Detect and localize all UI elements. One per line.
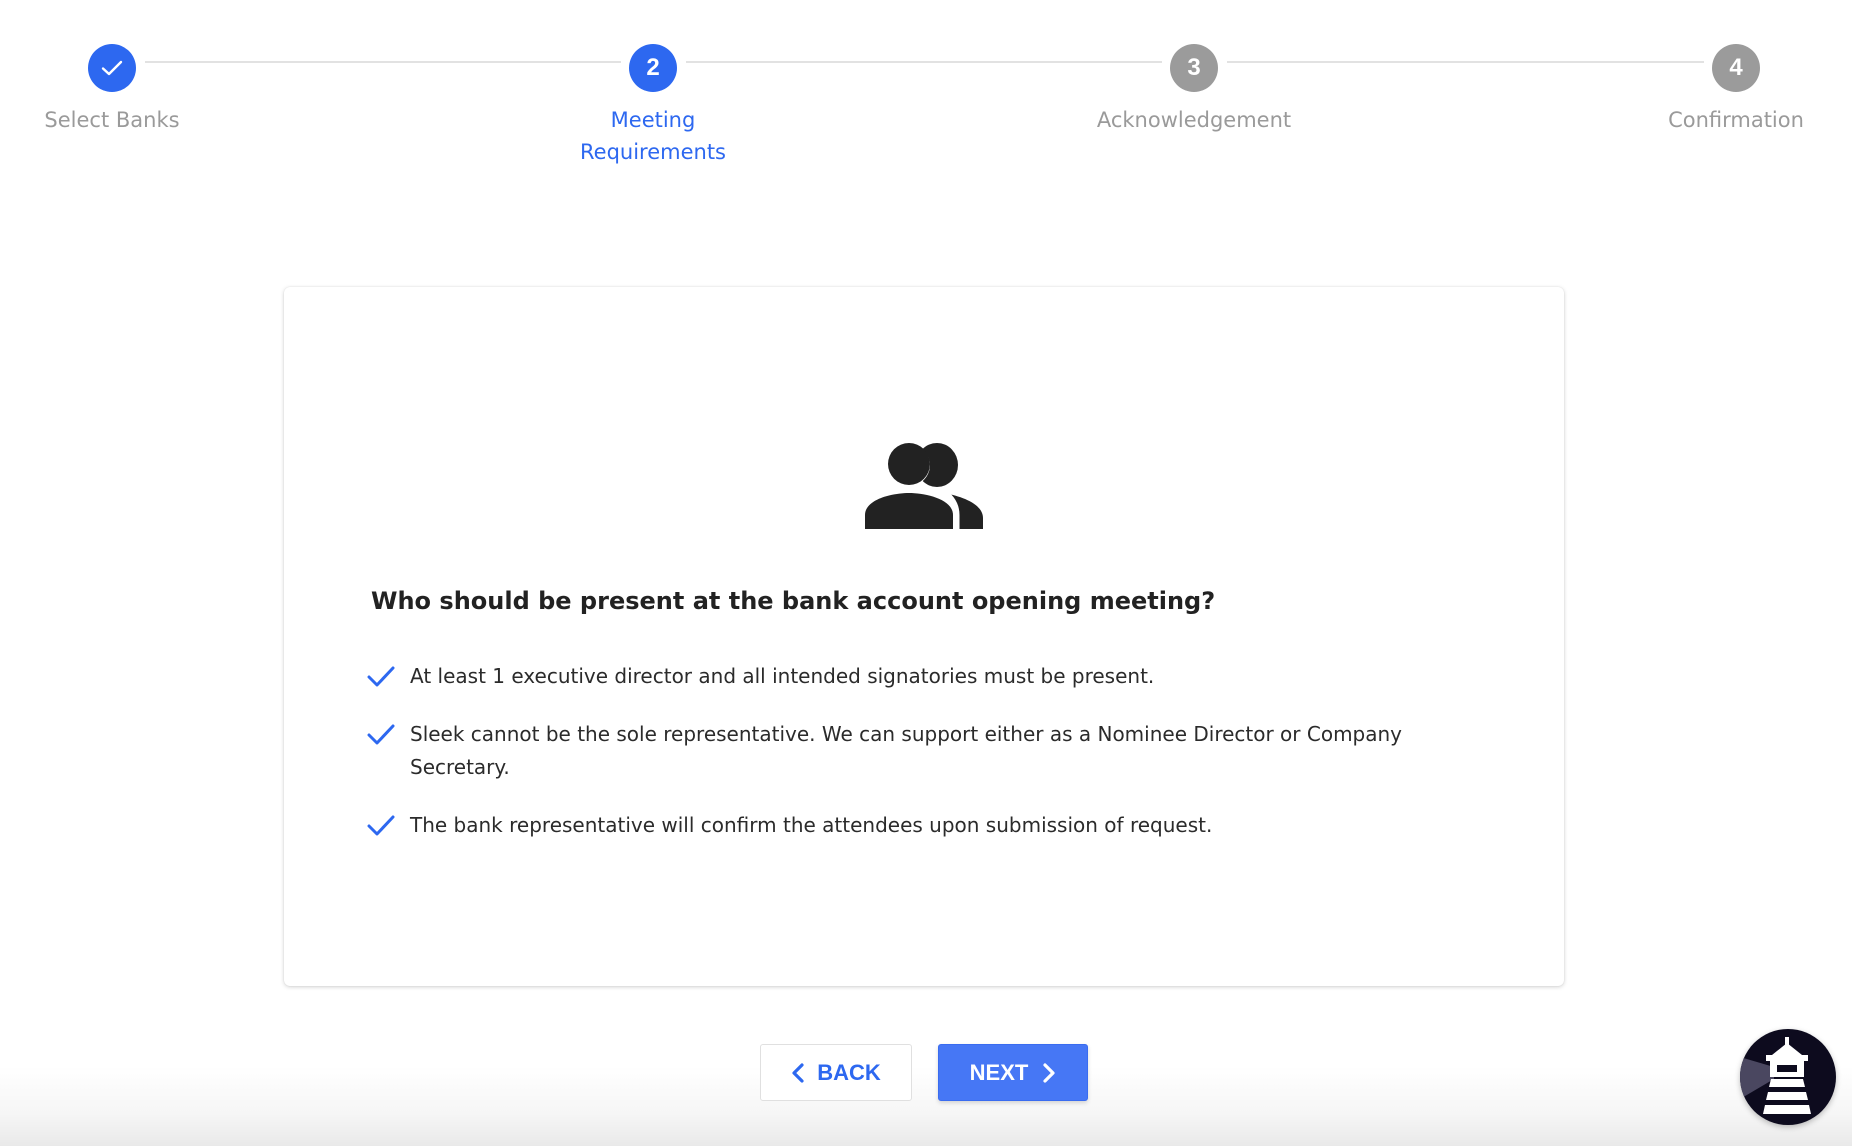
step-label: Select Banks: [44, 108, 180, 132]
requirements-list: At least 1 executive director and all in…: [367, 660, 1467, 867]
chevron-right-icon: [1043, 1062, 1055, 1083]
step-circle-active: 2: [629, 44, 677, 92]
check-icon: [367, 815, 395, 836]
step-label-line: Meeting: [610, 108, 696, 132]
footer-shade: [0, 1066, 1852, 1146]
stepper: Select Banks 2 Meeting Requirements 3 Ac…: [0, 0, 1852, 180]
next-button-label: NEXT: [969, 1059, 1029, 1085]
step-label: Confirmation: [1668, 108, 1804, 132]
back-button[interactable]: BACK: [760, 1044, 912, 1101]
back-button-label: BACK: [817, 1059, 881, 1085]
step-circle-completed: [88, 44, 136, 92]
requirement-item: Sleek cannot be the sole representative.…: [367, 718, 1467, 784]
step-circle-pending: 4: [1712, 44, 1760, 92]
chevron-left-icon: [792, 1062, 804, 1083]
check-icon: [367, 724, 395, 745]
step-acknowledgement[interactable]: 3 Acknowledgement: [1064, 44, 1324, 136]
check-icon: [367, 666, 395, 687]
step-circle-pending: 3: [1170, 44, 1218, 92]
requirement-item: The bank representative will confirm the…: [367, 809, 1467, 842]
requirement-text: The bank representative will confirm the…: [410, 813, 1213, 837]
requirement-item: At least 1 executive director and all in…: [367, 660, 1467, 693]
requirement-text: At least 1 executive director and all in…: [410, 664, 1155, 688]
card-title: Who should be present at the bank accoun…: [371, 587, 1216, 615]
requirement-text: Sleek cannot be the sole representative.…: [410, 722, 1403, 779]
step-label: Meeting Requirements: [580, 104, 726, 168]
step-label-line: Requirements: [580, 140, 726, 164]
step-meeting-requirements[interactable]: 2 Meeting Requirements: [523, 44, 783, 168]
step-select-banks[interactable]: Select Banks: [0, 44, 242, 136]
lighthouse-icon: [1740, 1037, 1811, 1114]
check-icon: [101, 60, 123, 76]
meeting-requirements-card: Who should be present at the bank accoun…: [284, 287, 1564, 986]
people-icon: [865, 443, 983, 529]
next-button[interactable]: NEXT: [938, 1044, 1088, 1101]
step-confirmation[interactable]: 4 Confirmation: [1606, 44, 1852, 136]
step-label: Acknowledgement: [1096, 108, 1292, 132]
chat-widget-button[interactable]: [1740, 1029, 1836, 1125]
